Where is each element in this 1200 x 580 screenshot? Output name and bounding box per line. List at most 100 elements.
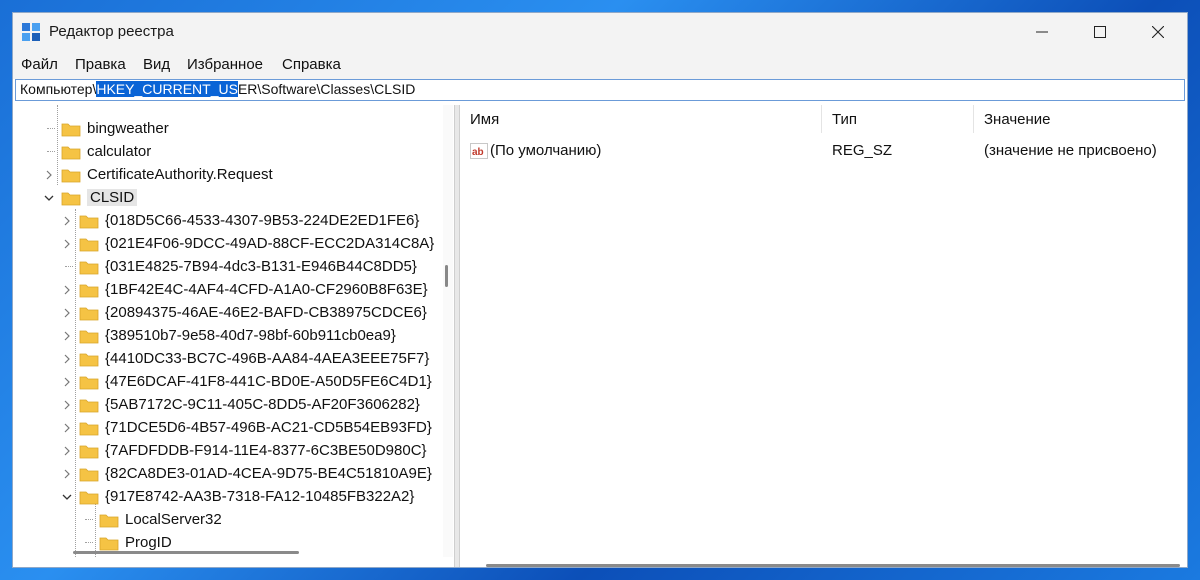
tree-connector-line bbox=[85, 519, 93, 520]
string-value-icon: ab bbox=[470, 143, 488, 159]
chevron-right-icon[interactable] bbox=[61, 422, 73, 434]
folder-icon bbox=[79, 422, 99, 435]
chevron-right-icon[interactable] bbox=[61, 330, 73, 342]
tree-expander[interactable] bbox=[61, 399, 73, 411]
tree-subkey[interactable]: {389510b7-9e58-40d7-98bf-60b911cb0ea9} bbox=[61, 324, 396, 347]
folder-icon bbox=[79, 215, 99, 228]
tree-vertical-scrollbar[interactable] bbox=[443, 105, 453, 557]
values-horizontal-scrollbar[interactable] bbox=[486, 564, 1180, 567]
tree-expander[interactable] bbox=[61, 468, 73, 480]
tree-subkey[interactable]: {018D5C66-4533-4307-9B53-224DE2ED1FE6} bbox=[61, 209, 419, 232]
tree-expander[interactable] bbox=[61, 307, 73, 319]
tree-expander[interactable] bbox=[61, 491, 73, 503]
tree-subkey[interactable]: {917E8742-AA3B-7318-FA12-10485FB322A2} bbox=[61, 485, 414, 508]
tree-connector-line bbox=[47, 128, 55, 129]
tree-horizontal-scrollbar[interactable] bbox=[73, 551, 299, 554]
folder-icon bbox=[99, 514, 119, 527]
chevron-right-icon[interactable] bbox=[43, 169, 55, 181]
folder-icon bbox=[79, 353, 99, 366]
menu-favorites[interactable]: Избранное bbox=[187, 56, 263, 73]
folder-icon bbox=[79, 376, 99, 389]
column-header-name[interactable]: Имя bbox=[460, 105, 822, 133]
folder-icon bbox=[79, 399, 99, 412]
tree-key[interactable]: CLSID bbox=[43, 186, 138, 209]
tree-expander[interactable] bbox=[61, 422, 73, 434]
values-pane[interactable]: Имя Тип Значение ab (По умолчанию) REG_S… bbox=[460, 105, 1187, 567]
tree-expander[interactable] bbox=[43, 169, 55, 181]
menu-view[interactable]: Вид bbox=[143, 56, 170, 73]
chevron-right-icon[interactable] bbox=[61, 238, 73, 250]
minimize-button[interactable] bbox=[1013, 13, 1071, 51]
chevron-down-icon[interactable] bbox=[61, 491, 73, 503]
chevron-right-icon[interactable] bbox=[61, 307, 73, 319]
column-header-data[interactable]: Значение bbox=[974, 105, 1174, 133]
tree-key[interactable]: bingweather bbox=[43, 117, 169, 140]
chevron-right-icon[interactable] bbox=[61, 468, 73, 480]
tree-key-label: {7AFDFDDB-F914-11E4-8377-6C3BE50D980C} bbox=[105, 442, 427, 459]
tree-subkey[interactable]: {20894375-46AE-46E2-BAFD-CB38975CDCE6} bbox=[61, 301, 427, 324]
tree-expander[interactable] bbox=[61, 376, 73, 388]
tree-connector-line bbox=[47, 151, 55, 152]
address-selection: HKEY_CURRENT_US bbox=[96, 81, 238, 97]
maximize-button[interactable] bbox=[1071, 13, 1129, 51]
menu-file[interactable]: Файл bbox=[21, 56, 58, 73]
tree-key-label: {1BF42E4C-4AF4-4CFD-A1A0-CF2960B8F63E} bbox=[105, 281, 428, 298]
close-button[interactable] bbox=[1129, 13, 1187, 51]
folder-icon bbox=[61, 169, 81, 182]
address-bar[interactable]: Компьютер\HKEY_CURRENT_USER\Software\Cla… bbox=[15, 79, 1185, 101]
folder-icon bbox=[79, 238, 99, 251]
menu-edit[interactable]: Правка bbox=[75, 56, 126, 73]
tree-expander bbox=[81, 514, 93, 526]
chevron-down-icon[interactable] bbox=[43, 192, 55, 204]
value-data: (значение не присвоено) bbox=[984, 142, 1157, 159]
chevron-right-icon[interactable] bbox=[61, 215, 73, 227]
tree-leaf-key[interactable]: LocalServer32 bbox=[81, 508, 222, 531]
tree-key-label: CertificateAuthority.Request bbox=[87, 166, 273, 183]
tree-subkey[interactable]: {7AFDFDDB-F914-11E4-8377-6C3BE50D980C} bbox=[61, 439, 427, 462]
minimize-icon bbox=[1036, 31, 1048, 33]
chevron-right-icon[interactable] bbox=[61, 376, 73, 388]
tree-expander[interactable] bbox=[43, 192, 55, 204]
chevron-right-icon[interactable] bbox=[61, 445, 73, 457]
tree-subkey[interactable]: {1BF42E4C-4AF4-4CFD-A1A0-CF2960B8F63E} bbox=[61, 278, 428, 301]
tree-subkey[interactable]: {5AB7172C-9C11-405C-8DD5-AF20F3606282} bbox=[61, 393, 420, 416]
tree-key[interactable]: calculator bbox=[43, 140, 151, 163]
value-name: (По умолчанию) bbox=[490, 142, 602, 159]
tree-expander[interactable] bbox=[61, 445, 73, 457]
registry-editor-window: Редактор реестра Файл Правка Вид Избранн… bbox=[12, 12, 1188, 568]
tree-key-label: {4410DC33-BC7C-496B-AA84-4AEA3EEE75F7} bbox=[105, 350, 430, 367]
tree-expander[interactable] bbox=[61, 330, 73, 342]
tree-key[interactable]: CertificateAuthority.Request bbox=[43, 163, 273, 186]
tree-expander[interactable] bbox=[61, 238, 73, 250]
tree-key-label: {018D5C66-4533-4307-9B53-224DE2ED1FE6} bbox=[105, 212, 420, 229]
tree-subkey[interactable]: {021E4F06-9DCC-49AD-88CF-ECC2DA314C8A} bbox=[61, 232, 434, 255]
tree-expander bbox=[43, 123, 55, 135]
tree-subkey[interactable]: {47E6DCAF-41F8-441C-BD0E-A50D5FE6C4D1} bbox=[61, 370, 432, 393]
tree-subkey[interactable]: {82CA8DE3-01AD-4CEA-9D75-BE4C51810A9E} bbox=[61, 462, 432, 485]
tree-expander bbox=[81, 537, 93, 549]
address-text[interactable]: Компьютер\HKEY_CURRENT_USER\Software\Cla… bbox=[20, 81, 415, 97]
address-suffix: ER\Software\Classes\CLSID bbox=[237, 81, 416, 97]
column-header-type[interactable]: Тип bbox=[822, 105, 974, 133]
close-icon bbox=[1152, 26, 1164, 38]
tree-subkey[interactable]: {71DCE5D6-4B57-496B-AC21-CD5B54EB93FD} bbox=[61, 416, 432, 439]
chevron-right-icon[interactable] bbox=[61, 284, 73, 296]
title-bar[interactable]: Редактор реестра bbox=[13, 13, 1187, 51]
maximize-icon bbox=[1094, 26, 1106, 38]
tree-expander bbox=[43, 146, 55, 158]
tree-expander[interactable] bbox=[61, 284, 73, 296]
folder-icon bbox=[61, 192, 81, 205]
tree-expander[interactable] bbox=[61, 215, 73, 227]
tree-subkey[interactable]: {4410DC33-BC7C-496B-AA84-4AEA3EEE75F7} bbox=[61, 347, 429, 370]
chevron-right-icon[interactable] bbox=[61, 353, 73, 365]
value-row[interactable]: ab (По умолчанию) REG_SZ (значение не пр… bbox=[460, 139, 1187, 163]
folder-icon bbox=[79, 445, 99, 458]
chevron-right-icon[interactable] bbox=[61, 399, 73, 411]
menu-help[interactable]: Справка bbox=[282, 56, 341, 73]
value-type: REG_SZ bbox=[832, 142, 893, 159]
folder-icon bbox=[79, 307, 99, 320]
registry-key-tree[interactable]: bingweather calculator CertificateAuthorit… bbox=[13, 105, 445, 557]
tree-subkey[interactable]: {031E4825-7B94-4dc3-B131-E946B44C8DD5} bbox=[61, 255, 417, 278]
tree-expander[interactable] bbox=[61, 353, 73, 365]
tree-scroll-thumb[interactable] bbox=[445, 265, 448, 287]
